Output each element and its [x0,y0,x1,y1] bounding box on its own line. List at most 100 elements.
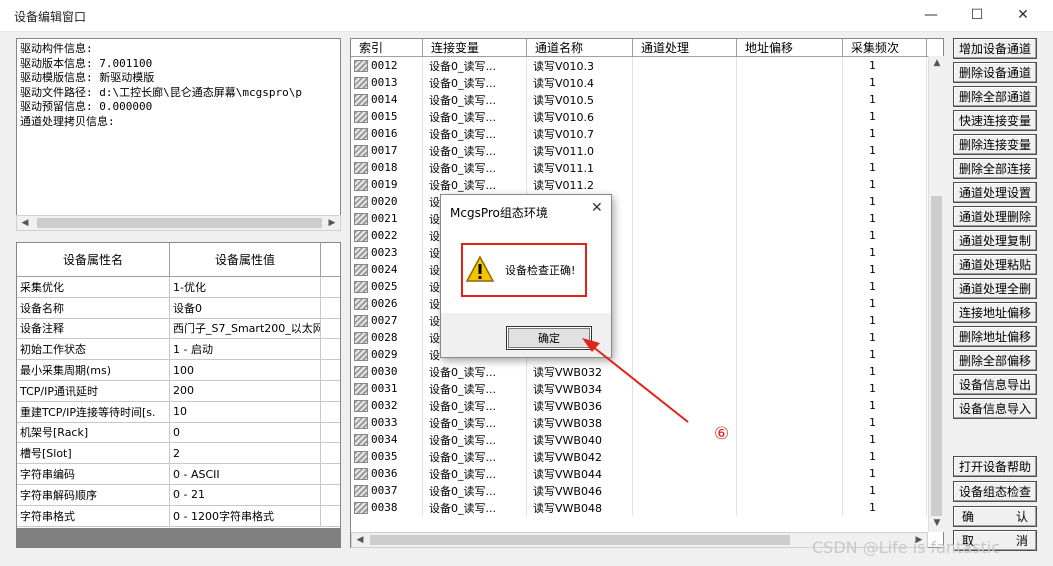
channel-row[interactable]: 0013 设备0_读写... 读写V010.4 1 [351,74,943,91]
property-row[interactable]: 设备名称 设备0 [17,297,340,319]
action-button[interactable]: 通道处理复制 [953,230,1037,251]
channel-row[interactable]: 0016 设备0_读写... 读写V010.7 1 [351,125,943,142]
property-row[interactable]: 重建TCP/IP连接等待时间[s. 10 [17,401,340,423]
scroll-thumb[interactable] [37,218,322,228]
channel-header-col[interactable]: 地址偏移 [737,39,843,56]
property-value[interactable]: 0 - 21 [170,484,321,505]
scroll-up-icon[interactable]: ▲ [929,56,945,70]
property-row[interactable]: 槽号[Slot] 2 [17,443,340,465]
dialog-close-icon[interactable]: ✕ [591,200,603,216]
channel-header-col[interactable]: 连接变量 [423,39,527,56]
property-row[interactable]: 最小采集周期(ms) 100 [17,360,340,381]
property-row[interactable]: 字符串解码顺序 0 - 21 [17,484,340,506]
scroll-left-icon[interactable]: ◀ [17,216,33,230]
channel-index: 0034 [371,433,398,446]
channel-header-col[interactable]: 采集频次 [843,39,927,56]
action-button[interactable]: 设备信息导入 [953,398,1037,419]
action-button[interactable]: 通道处理粘贴 [953,254,1037,275]
property-value[interactable]: 西门子_S7_Smart200_以太网 [170,318,321,339]
channel-index-cell: 0024 [351,261,423,278]
action-button[interactable]: 快速连接变量 [953,110,1037,131]
channel-processing [633,465,737,482]
header-property-value[interactable]: 设备属性值 [170,243,321,276]
channel-row[interactable]: 0012 设备0_读写... 读写V010.3 1 [351,57,943,74]
action-button[interactable]: 设备信息导出 [953,374,1037,395]
property-row[interactable]: 字符串格式 0 - 1200字符串格式 [17,505,340,527]
property-value[interactable]: 1-优化 [170,277,321,297]
channel-header-col[interactable]: 通道处理 [633,39,737,56]
channel-row[interactable]: 0017 设备0_读写... 读写V011.0 1 [351,142,943,159]
channel-row-icon [354,348,368,361]
channel-header-col[interactable]: 索引 [351,39,423,56]
channel-row[interactable]: 0031 设备0_读写... 读写VWB034 1 [351,380,943,397]
property-value[interactable]: 设备0 [170,297,321,318]
confirm-button[interactable]: 确 认 [953,506,1037,527]
channel-row[interactable]: 0037 设备0_读写... 读写VWB046 1 [351,482,943,499]
action-button[interactable]: 删除地址偏移 [953,326,1037,347]
scroll-right-icon[interactable]: ▶ [324,216,340,230]
action-button[interactable]: 通道处理全删 [953,278,1037,299]
channel-header-col[interactable]: 通道名称 [527,39,633,56]
property-row[interactable]: 机架号[Rack] 0 [17,422,340,444]
channel-row[interactable]: 0018 设备0_读写... 读写V011.1 1 [351,159,943,176]
property-value[interactable]: 10 [170,401,321,422]
scroll-thumb[interactable] [931,196,942,516]
channel-name: 读写VWB032 [527,363,633,380]
property-row[interactable]: 采集优化 1-优化 [17,277,340,298]
property-value[interactable]: 1 - 启动 [170,339,321,360]
property-row[interactable]: 设备注释 西门子_S7_Smart200_以太网 [17,318,340,340]
property-value[interactable]: 100 [170,360,321,380]
channel-row[interactable]: 0014 设备0_读写... 读写V010.5 1 [351,91,943,108]
channel-row[interactable]: 0033 设备0_读写... 读写VWB038 1 [351,414,943,431]
channel-processing [633,91,737,108]
action-button[interactable]: 删除连接变量 [953,134,1037,155]
channel-row[interactable]: 0019 设备0_读写... 读写V011.2 1 [351,176,943,193]
action-button[interactable]: 连接地址偏移 [953,302,1037,323]
channel-variable: 设备0_读写... [423,363,527,380]
property-value[interactable]: 0 - ASCII [170,464,321,484]
channel-processing [633,57,737,74]
channel-index-cell: 0037 [351,482,423,499]
property-value[interactable]: 200 [170,380,321,401]
header-property-name[interactable]: 设备属性名 [17,243,170,276]
info-hscrollbar[interactable]: ◀ ▶ [16,215,341,231]
channel-row[interactable]: 0015 设备0_读写... 读写V010.6 1 [351,108,943,125]
channel-variable: 设备0_读写... [423,465,527,482]
scroll-thumb[interactable] [370,535,790,545]
action-button[interactable]: 增加设备通道 [953,38,1037,59]
channel-row[interactable]: 0036 设备0_读写... 读写VWB044 1 [351,465,943,482]
dialog-ok-button[interactable]: 确定 [506,326,592,350]
action-button[interactable]: 删除全部通道 [953,86,1037,107]
scroll-left-icon[interactable]: ◀ [352,533,368,547]
action-button[interactable]: 删除全部连接 [953,158,1037,179]
minimize-button[interactable]: — [908,0,954,30]
action-button[interactable]: 通道处理设置 [953,182,1037,203]
action-button[interactable]: 通道处理删除 [953,206,1037,227]
action-button[interactable]: 删除设备通道 [953,62,1037,83]
driver-info-box[interactable]: 驱动构件信息: 驱动版本信息: 7.001100 驱动模版信息: 新驱动模版 驱动文件… [16,38,341,231]
channel-name: 读写V011.1 [527,159,633,176]
property-row[interactable]: TCP/IP通讯延时 200 [17,380,340,402]
channel-row[interactable]: 0032 设备0_读写... 读写VWB036 1 [351,397,943,414]
channel-row[interactable]: 0038 设备0_读写... 读写VWB048 1 [351,499,943,516]
channel-vscrollbar[interactable]: ▲ ▼ [928,56,944,532]
property-value[interactable]: 0 - 1200字符串格式 [170,505,321,526]
channel-index-cell: 0036 [351,465,423,482]
channel-address-offset [737,499,843,516]
channel-row[interactable]: 0034 设备0_读写... 读写VWB040 1 [351,431,943,448]
open-device-help-button[interactable]: 打开设备帮助 [953,456,1037,477]
channel-row[interactable]: 0035 设备0_读写... 读写VWB042 1 [351,448,943,465]
property-value[interactable]: 2 [170,443,321,464]
action-button[interactable]: 删除全部偏移 [953,350,1037,371]
device-config-check-button[interactable]: 设备组态检查 [953,481,1037,502]
close-button[interactable]: ✕ [1000,0,1046,30]
property-row[interactable]: 字符串编码 0 - ASCII [17,464,340,485]
channel-index-cell: 0033 [351,414,423,431]
scroll-down-icon[interactable]: ▼ [929,516,945,530]
channel-row-icon [354,297,368,310]
property-value[interactable]: 0 [170,422,321,443]
maximize-button[interactable]: ☐ [954,0,1000,30]
warning-icon [465,255,495,282]
property-row[interactable]: 初始工作状态 1 - 启动 [17,339,340,361]
channel-row[interactable]: 0030 设备0_读写... 读写VWB032 1 [351,363,943,380]
